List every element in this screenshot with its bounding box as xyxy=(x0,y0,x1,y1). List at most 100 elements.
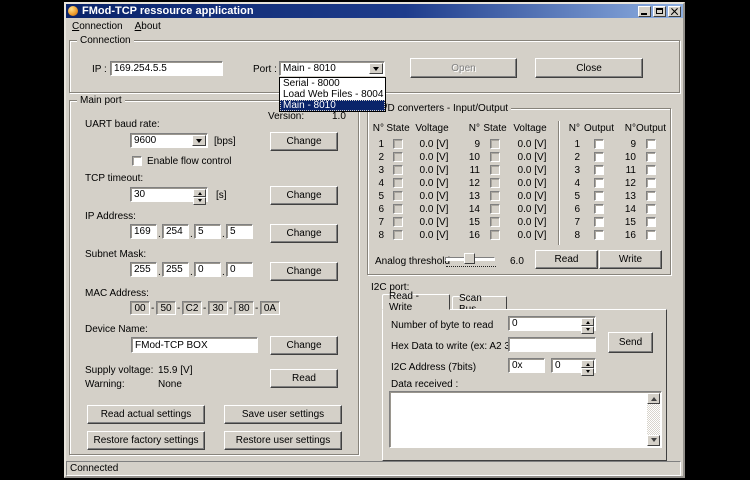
ad-state-checkbox[interactable] xyxy=(490,230,500,240)
tab-read-write[interactable]: Read - Write xyxy=(382,294,450,310)
ad-state-checkbox[interactable] xyxy=(393,230,403,240)
subnet-octet-1[interactable] xyxy=(130,262,157,277)
port-option-serial[interactable]: Serial - 8000 xyxy=(280,78,385,89)
ad-state-checkbox[interactable] xyxy=(393,152,403,162)
ad-state-checkbox[interactable] xyxy=(490,165,500,175)
save-user-settings-button[interactable]: Save user settings xyxy=(224,405,342,424)
close-connection-button[interactable]: Close xyxy=(535,58,643,78)
subnet-octet-4[interactable] xyxy=(226,262,253,277)
tcp-timeout-spinner[interactable]: 30 xyxy=(130,187,208,202)
ip-octet-2[interactable] xyxy=(162,224,189,239)
read-actual-settings-button[interactable]: Read actual settings xyxy=(87,405,205,424)
spin-up-button[interactable] xyxy=(581,360,594,368)
warning-value: None xyxy=(158,379,182,390)
mac-byte-6: 0A xyxy=(260,301,280,315)
restore-factory-settings-button[interactable]: Restore factory settings xyxy=(87,431,205,450)
device-name-input[interactable] xyxy=(131,337,258,353)
ad-output-checkbox[interactable] xyxy=(594,230,604,240)
ad-input-number: 9 xyxy=(462,139,480,150)
data-received-textarea[interactable] xyxy=(389,391,662,448)
spin-down-button[interactable] xyxy=(581,368,594,376)
ad-output-checkbox[interactable] xyxy=(594,139,604,149)
ad-input-number: 3 xyxy=(372,165,384,176)
subnet-octet-3[interactable] xyxy=(194,262,221,277)
ad-state-checkbox[interactable] xyxy=(393,178,403,188)
baud-combobox-value: 9600 xyxy=(134,135,156,146)
spin-down-button[interactable] xyxy=(581,326,594,334)
ip-octet-4[interactable] xyxy=(226,224,253,239)
maximize-button[interactable] xyxy=(653,6,666,17)
i2c-address-prefix-input[interactable] xyxy=(508,358,545,373)
analog-threshold-slider-thumb[interactable] xyxy=(464,253,475,264)
scroll-up-button[interactable] xyxy=(647,393,660,404)
vertical-scrollbar[interactable] xyxy=(647,393,660,446)
titlebar[interactable]: FMod-TCP ressource application xyxy=(66,4,683,18)
ad-output-checkbox[interactable] xyxy=(646,204,656,214)
change-baud-button[interactable]: Change xyxy=(270,132,338,151)
ad-state-checkbox[interactable] xyxy=(490,178,500,188)
ad-output-checkbox[interactable] xyxy=(646,178,656,188)
change-timeout-button[interactable]: Change xyxy=(270,186,338,205)
ad-output-number: 14 xyxy=(618,204,636,215)
port-combobox-arrow-button[interactable] xyxy=(369,63,383,74)
ad-output-checkbox[interactable] xyxy=(594,178,604,188)
ad-output-checkbox[interactable] xyxy=(646,191,656,201)
spin-up-button[interactable] xyxy=(581,318,594,326)
menu-connection[interactable]: Connection xyxy=(66,20,129,33)
ad-output-number: 15 xyxy=(618,217,636,228)
ad-output-checkbox[interactable] xyxy=(646,152,656,162)
baud-combobox-arrow-button[interactable] xyxy=(192,135,206,146)
ad-output-checkbox[interactable] xyxy=(646,165,656,175)
spin-up-button[interactable] xyxy=(193,189,206,197)
ad-write-button[interactable]: Write xyxy=(599,250,662,269)
scroll-down-button[interactable] xyxy=(647,435,660,446)
tab-scan-bus[interactable]: Scan Bus xyxy=(452,296,507,310)
ad-voltage-value: 0.0 [V] xyxy=(410,191,458,202)
ad-state-checkbox[interactable] xyxy=(490,204,500,214)
port-combobox[interactable]: Main - 8010 xyxy=(279,61,385,76)
spin-down-button[interactable] xyxy=(193,197,206,205)
flow-control-checkbox[interactable] xyxy=(132,156,142,166)
ad-state-checkbox[interactable] xyxy=(393,139,403,149)
ad-state-checkbox[interactable] xyxy=(490,191,500,201)
ad-state-checkbox[interactable] xyxy=(393,191,403,201)
change-device-name-button[interactable]: Change xyxy=(270,336,338,355)
mac-byte-3: C2 xyxy=(182,301,202,315)
menu-about[interactable]: About xyxy=(129,20,167,33)
change-ip-button[interactable]: Change xyxy=(270,224,338,243)
ad-header-voltage: Voltage xyxy=(410,123,454,134)
restore-user-settings-button[interactable]: Restore user settings xyxy=(224,431,342,450)
ad-state-checkbox[interactable] xyxy=(490,152,500,162)
ad-output-number: 6 xyxy=(566,204,580,215)
ad-output-checkbox[interactable] xyxy=(646,139,656,149)
port-option-main[interactable]: Main - 8010 xyxy=(280,100,385,111)
baud-combobox[interactable]: 9600 xyxy=(130,133,208,148)
ad-read-button[interactable]: Read xyxy=(535,250,598,269)
close-button[interactable] xyxy=(668,6,681,17)
ad-state-checkbox[interactable] xyxy=(393,217,403,227)
send-button[interactable]: Send xyxy=(608,332,653,353)
read-voltage-button[interactable]: Read xyxy=(270,369,338,388)
ad-output-checkbox[interactable] xyxy=(646,230,656,240)
ad-state-checkbox[interactable] xyxy=(490,217,500,227)
ip-input[interactable] xyxy=(110,61,223,76)
bytes-to-read-spinner[interactable]: 0 xyxy=(508,316,596,331)
ip-octet-1[interactable] xyxy=(130,224,157,239)
ad-output-checkbox[interactable] xyxy=(594,217,604,227)
ad-output-checkbox[interactable] xyxy=(594,152,604,162)
change-subnet-button[interactable]: Change xyxy=(270,262,338,281)
ad-output-checkbox[interactable] xyxy=(594,204,604,214)
ad-output-checkbox[interactable] xyxy=(646,217,656,227)
ad-output-checkbox[interactable] xyxy=(594,165,604,175)
subnet-octet-2[interactable] xyxy=(162,262,189,277)
ad-state-checkbox[interactable] xyxy=(490,139,500,149)
statusbar: Connected xyxy=(66,461,681,476)
ad-state-checkbox[interactable] xyxy=(393,165,403,175)
ip-octet-3[interactable] xyxy=(194,224,221,239)
hex-data-input[interactable] xyxy=(508,337,596,352)
ad-output-checkbox[interactable] xyxy=(594,191,604,201)
minimize-button[interactable] xyxy=(638,6,651,17)
i2c-address-spinner[interactable]: 0 xyxy=(551,358,596,373)
port-option-load-web-files[interactable]: Load Web Files - 8004 xyxy=(280,89,385,100)
ad-state-checkbox[interactable] xyxy=(393,204,403,214)
